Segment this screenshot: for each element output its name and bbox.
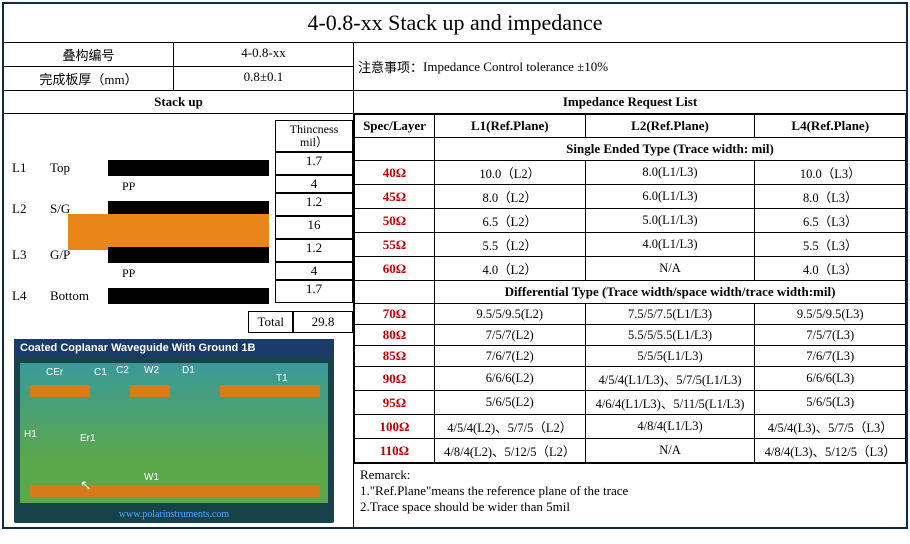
diagram-label-cer: CEr	[46, 367, 63, 378]
layer-bar-copper	[108, 288, 269, 304]
remarks-title: Remarck:	[360, 467, 900, 483]
cursor-icon: ↖	[80, 478, 92, 495]
waveguide-diagram: Coated Coplanar Waveguide With Ground 1B…	[14, 339, 334, 523]
layer-bar-core	[68, 214, 269, 250]
thickness-cell: 4	[275, 175, 353, 193]
diagram-label-c2: C2	[116, 365, 129, 376]
table-row: 100Ω4/5/4(L2)、5/7/5（L2）4/8/4(L1/L3)4/5/4…	[355, 415, 906, 439]
meta-val-thickness: 0.8±0.1	[174, 67, 354, 90]
col-l1: L1(Ref.Plane)	[435, 115, 586, 138]
remark-line: 1."Ref.Plane"means the reference plane o…	[360, 483, 900, 499]
layer-id: L4	[12, 288, 50, 304]
thickness-cell: 1.7	[275, 152, 353, 175]
single-ended-header: Single Ended Type (Trace width: mil)	[435, 138, 906, 161]
layer-name: Bottom	[50, 288, 108, 304]
layer-bar-copper	[108, 247, 269, 263]
thickness-header: Thincnessmil）	[275, 120, 353, 152]
meta-label-thickness: 完成板厚（mm）	[4, 67, 174, 90]
stackup-heading: Stack up	[4, 91, 353, 114]
note-value: Impedance Control tolerance ±10%	[423, 59, 608, 75]
impedance-table: Spec/Layer L1(Ref.Plane) L2(Ref.Plane) L…	[354, 114, 906, 463]
thickness-cell: 16	[275, 216, 353, 239]
table-row: 40Ω10.0（L2）8.0(L1/L3)10.0（L3）	[355, 161, 906, 185]
diagram-label-t1: T1	[276, 373, 288, 384]
col-l2: L2(Ref.Plane)	[585, 115, 755, 138]
thickness-cell: 1.2	[275, 239, 353, 262]
total-value: 29.8	[293, 311, 353, 333]
thickness-cell: 1.2	[275, 193, 353, 216]
layer-name: G/P	[50, 247, 108, 263]
table-row: 70Ω9.5/5/9.5(L2)7.5/5/7.5(L1/L3)9.5/5/9.…	[355, 304, 906, 325]
table-row: 85Ω7/6/7(L2)5/5/5(L1/L3)7/6/7(L3)	[355, 346, 906, 367]
table-row: 60Ω4.0（L2）N/A4.0（L3）	[355, 257, 906, 281]
diagram-label-er1: Er1	[80, 433, 96, 444]
layer-id: L1	[12, 160, 50, 176]
layer-id: L2	[12, 201, 50, 217]
meta-label-stackno: 叠构编号	[4, 43, 174, 66]
pp-label: PP	[12, 179, 273, 197]
diagram-label-w2: W2	[144, 365, 159, 376]
diagram-title: Coated Coplanar Waveguide With Ground 1B	[14, 339, 334, 357]
diagram-label-w1: W1	[144, 472, 159, 483]
table-row: 95Ω5/6/5(L2)4/6/4(L1/L3)、5/11/5(L1/L3)5/…	[355, 391, 906, 415]
table-row: 90Ω6/6/6(L2)4/5/4(L1/L3)、5/7/5(L1/L3)6/6…	[355, 367, 906, 391]
remarks-section: Remarck: 1."Ref.Plane"means the referenc…	[354, 463, 906, 518]
table-row: 50Ω6.5（L2）5.0(L1/L3)6.5（L3）	[355, 209, 906, 233]
stackup-diagram: L1Top PP L2S/G L3G/P PP L4Bottom	[4, 120, 275, 311]
pp-label: PP	[12, 266, 273, 284]
table-row: 45Ω8.0（L2）6.0(L1/L3)8.0（L3）	[355, 185, 906, 209]
total-label: Total	[248, 311, 293, 333]
remark-line: 2.Trace space should be wider than 5mil	[360, 499, 900, 515]
diagram-label-h1: H1	[24, 429, 37, 440]
page-title: 4-0.8-xx Stack up and impedance	[4, 4, 906, 43]
table-row: 110Ω4/8/4(L2)、5/12/5（L2）N/A4/8/4(L3)、5/1…	[355, 439, 906, 463]
thickness-cell: 1.7	[275, 280, 353, 303]
diagram-url: www.polarinstruments.com	[14, 509, 334, 523]
table-row: 55Ω5.5（L2）4.0(L1/L3)5.5（L3）	[355, 233, 906, 257]
table-row: 80Ω7/5/7(L2)5.5/5/5.5(L1/L3)7/5/7(L3)	[355, 325, 906, 346]
layer-name: Top	[50, 160, 108, 176]
document-frame: 4-0.8-xx Stack up and impedance 叠构编号 4-0…	[2, 2, 908, 529]
meta-section: 叠构编号 4-0.8-xx 完成板厚（mm） 0.8±0.1 注意事项： Imp…	[4, 43, 906, 91]
diagram-label-c1: C1	[94, 367, 107, 378]
layer-bar-copper	[108, 160, 269, 176]
diagram-label-d1: D1	[182, 365, 195, 376]
col-spec: Spec/Layer	[355, 115, 435, 138]
thickness-cell: 4	[275, 262, 353, 280]
note-label: 注意事项：	[358, 57, 423, 76]
col-l4: L4(Ref.Plane)	[755, 115, 906, 138]
layer-id: L3	[12, 247, 50, 263]
meta-val-stackno: 4-0.8-xx	[174, 43, 354, 66]
impedance-heading: Impedance Request List	[354, 91, 906, 114]
differential-header: Differential Type (Trace width/space wid…	[435, 281, 906, 304]
